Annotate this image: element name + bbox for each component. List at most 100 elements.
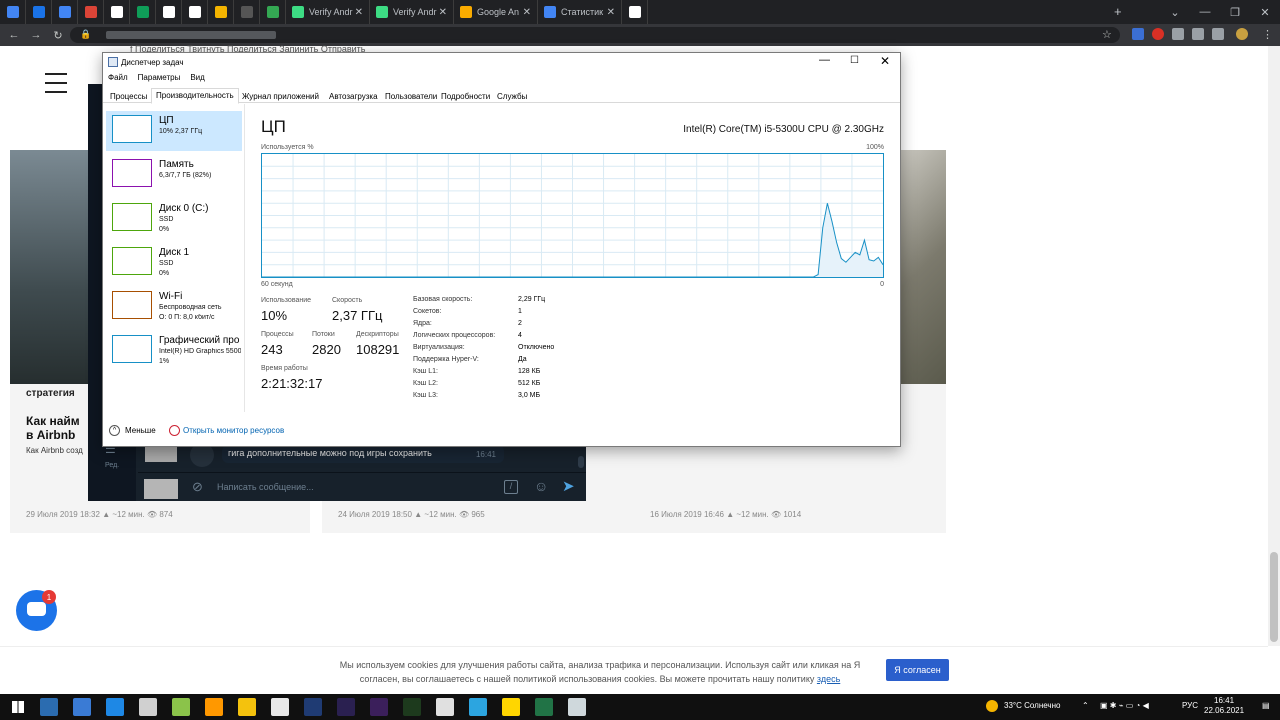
input-language[interactable]: РУС xyxy=(1182,701,1198,710)
article-tag[interactable]: стратегия xyxy=(26,388,75,399)
notifications-icon[interactable]: ▤ xyxy=(1262,701,1270,710)
menu-item[interactable]: Параметры xyxy=(138,73,181,82)
maximize-button[interactable]: ❐ xyxy=(1220,0,1250,24)
tab-4[interactable]: Пользователи xyxy=(380,89,442,103)
minimize-button[interactable]: — xyxy=(1190,0,1220,24)
tab-2[interactable]: Журнал приложений xyxy=(237,89,324,103)
emoji-icon[interactable]: ☺ xyxy=(534,478,548,494)
menu-item[interactable]: Файл xyxy=(108,73,128,82)
browser-tab[interactable] xyxy=(78,0,104,24)
taskbar-app-icon[interactable] xyxy=(469,698,487,716)
extension-icon[interactable] xyxy=(1192,28,1204,40)
tab-3[interactable]: Автозагрузка xyxy=(324,89,383,103)
share-bar[interactable]: f Поделиться Твитнуть Поделиться Запинит… xyxy=(130,44,530,52)
browser-tab[interactable] xyxy=(182,0,208,24)
browser-tab[interactable] xyxy=(208,0,234,24)
close-button[interactable]: ✕ xyxy=(880,54,890,68)
browser-tab[interactable] xyxy=(104,0,130,24)
maximize-button[interactable]: ☐ xyxy=(850,55,859,66)
resource-item[interactable]: ЦП 10% 2,37 ГГц xyxy=(106,111,242,151)
weather-text[interactable]: 33°C Солнечно xyxy=(1004,701,1060,710)
resource-list: ЦП 10% 2,37 ГГц Память 6,3/7,7 ГБ (82%) Диск… xyxy=(103,104,245,412)
menu-dots-icon[interactable]: ⋮ xyxy=(1262,28,1273,41)
browser-tab[interactable] xyxy=(234,0,260,24)
browser-tab[interactable] xyxy=(26,0,52,24)
browser-tab[interactable]: Статистик ✕ xyxy=(538,0,622,24)
tab-label: Verify Andr xyxy=(393,7,437,17)
resource-monitor-link[interactable]: Открыть монитор ресурсов xyxy=(183,426,284,435)
extension-icon[interactable] xyxy=(1212,28,1224,40)
send-icon[interactable]: ➤ xyxy=(562,477,575,495)
taskbar-app-icon[interactable] xyxy=(205,698,223,716)
taskbar-app-icon[interactable] xyxy=(40,698,58,716)
forward-icon[interactable]: → xyxy=(28,27,44,43)
browser-tab[interactable] xyxy=(52,0,78,24)
fewer-details-link[interactable]: Меньше xyxy=(125,426,156,435)
new-tab-button[interactable]: + xyxy=(1114,4,1122,19)
reload-icon[interactable]: ↻ xyxy=(50,27,66,43)
minimize-button[interactable]: — xyxy=(819,54,830,66)
tab-close-icon[interactable]: ✕ xyxy=(439,7,447,18)
resource-item[interactable]: Диск 0 (C:) SSD 0% xyxy=(106,199,242,239)
cookie-accept-button[interactable]: Я согласен xyxy=(886,659,949,681)
resource-item[interactable]: Графический процессор 0 Intel(R) HD Graph… xyxy=(106,331,242,371)
clock[interactable]: 16:41 22.06.2021 xyxy=(1204,696,1244,716)
address-bar[interactable]: 🔒 ☆ xyxy=(70,27,1120,43)
tab-1[interactable]: Производительность xyxy=(151,88,239,104)
taskbar-app-icon[interactable] xyxy=(337,698,355,716)
profile-avatar[interactable] xyxy=(1236,28,1248,40)
resource-item[interactable]: Wi-Fi Беспроводная сеть О: 0 П: 8,0 кбит/с xyxy=(106,287,242,327)
attach-icon[interactable]: ⊘ xyxy=(192,479,203,495)
extension-icon[interactable] xyxy=(1172,28,1184,40)
chat-scrollbar[interactable] xyxy=(578,456,584,468)
extension-icon[interactable] xyxy=(1132,28,1144,40)
taskbar-app-icon[interactable] xyxy=(139,698,157,716)
taskbar-app-icon[interactable] xyxy=(502,698,520,716)
article-title[interactable]: Как найм в Airbnb xyxy=(26,414,86,442)
taskbar-app-icon[interactable] xyxy=(403,698,421,716)
browser-tab[interactable] xyxy=(130,0,156,24)
browser-tab[interactable]: Google An ✕ xyxy=(454,0,538,24)
bot-commands-icon[interactable]: / xyxy=(504,480,518,494)
taskbar-app-icon[interactable] xyxy=(370,698,388,716)
title-bar[interactable]: Диспетчер задач — ☐ ✕ xyxy=(103,53,900,73)
resource-item[interactable]: Память 6,3/7,7 ГБ (82%) xyxy=(106,155,242,195)
chevron-up-icon[interactable]: ^ xyxy=(109,425,120,436)
tab-close-icon[interactable]: ✕ xyxy=(355,7,363,18)
extension-icon[interactable] xyxy=(1152,28,1164,40)
taskbar-app-icon[interactable] xyxy=(535,698,553,716)
back-icon[interactable]: ← xyxy=(6,27,22,43)
browser-tab[interactable]: Verify Andr ✕ xyxy=(370,0,454,24)
cookie-policy-link[interactable]: здесь xyxy=(817,674,840,684)
taskbar-app-icon[interactable] xyxy=(106,698,124,716)
resource-item[interactable]: Диск 1 SSD 0% xyxy=(106,243,242,283)
system-tray-icons[interactable]: ▣ ✱ ⌁ ▭ ◔ ◀ xyxy=(1100,701,1149,710)
tab-6[interactable]: Службы xyxy=(492,89,532,103)
browser-tab[interactable] xyxy=(260,0,286,24)
browser-tab[interactable] xyxy=(0,0,26,24)
taskbar-app-icon[interactable] xyxy=(304,698,322,716)
start-icon[interactable] xyxy=(12,701,24,713)
browser-tab[interactable] xyxy=(156,0,182,24)
edit-folders-label[interactable]: Ред. xyxy=(105,462,119,469)
taskbar-app-icon[interactable] xyxy=(172,698,190,716)
bookmark-star-icon[interactable]: ☆ xyxy=(1102,28,1112,41)
weather-icon[interactable] xyxy=(986,700,998,712)
close-window-button[interactable]: ✕ xyxy=(1250,0,1280,24)
tab-close-icon[interactable]: ✕ xyxy=(607,7,615,18)
tab-search-icon[interactable]: ⌄ xyxy=(1160,0,1190,24)
browser-tab[interactable]: Verify Andr ✕ xyxy=(286,0,370,24)
message-input[interactable]: Написать сообщение... xyxy=(217,482,314,492)
hamburger-menu-icon[interactable] xyxy=(45,73,67,95)
taskbar-app-icon[interactable] xyxy=(568,698,586,716)
menu-item[interactable]: Вид xyxy=(190,73,204,82)
tab-close-icon[interactable]: ✕ xyxy=(523,7,531,18)
tab-5[interactable]: Подробности xyxy=(436,89,495,103)
taskbar-app-icon[interactable] xyxy=(73,698,91,716)
taskbar-app-icon[interactable] xyxy=(238,698,256,716)
taskbar-app-icon[interactable] xyxy=(436,698,454,716)
page-scrollbar-thumb[interactable] xyxy=(1270,552,1278,642)
taskbar-app-icon[interactable] xyxy=(271,698,289,716)
tab-0[interactable]: Процессы xyxy=(105,89,152,103)
chevron-up-icon[interactable]: ⌃ xyxy=(1082,701,1089,710)
